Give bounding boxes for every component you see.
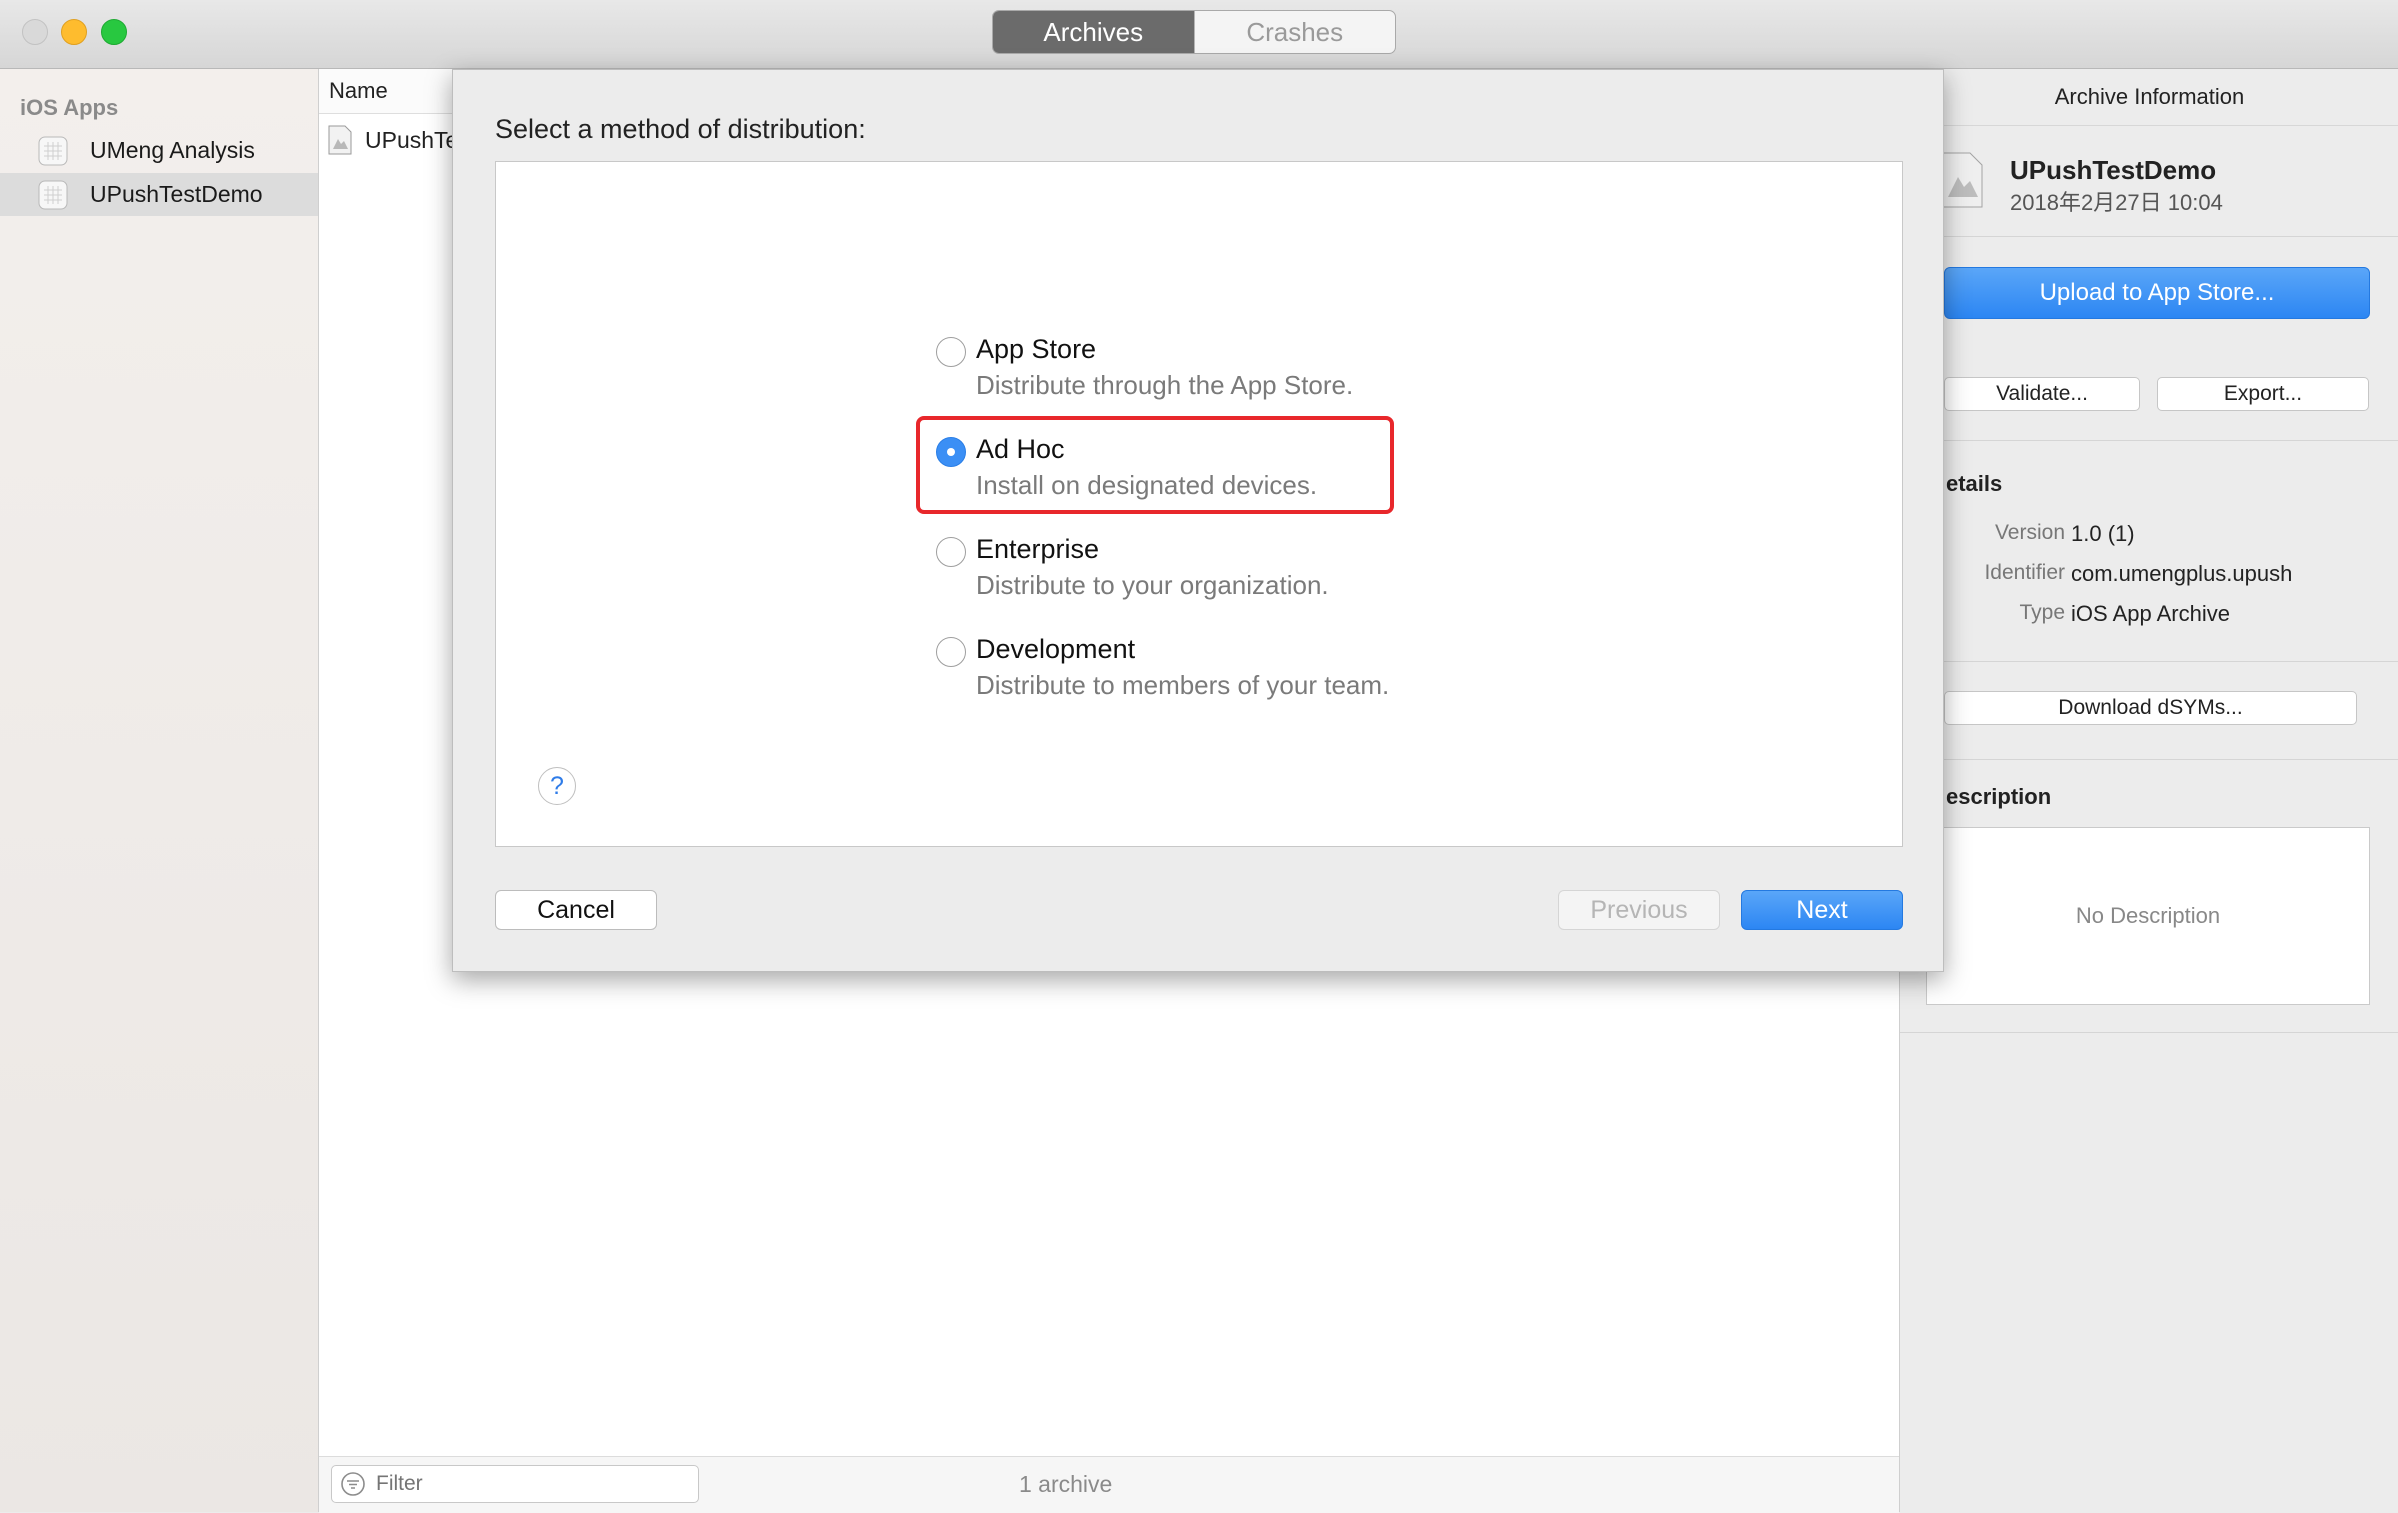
option-description: Distribute through the App Store.	[976, 370, 1354, 400]
option-title: Enterprise	[976, 534, 1100, 564]
selection-highlight-box	[916, 416, 1394, 514]
tab-archives[interactable]: Archives	[993, 11, 1194, 53]
minimize-window-button[interactable]	[61, 19, 87, 45]
divider	[1900, 661, 2398, 662]
distribution-method-sheet: Select a method of distribution: App Sto…	[452, 69, 1944, 972]
cancel-button[interactable]: Cancel	[495, 890, 657, 930]
details-section-title: etails	[1946, 471, 2003, 496]
sidebar-item-umeng-analysis[interactable]: UMeng Analysis	[0, 129, 318, 172]
column-name-label: Name	[329, 78, 388, 103]
app-name: UPushTestDemo	[2010, 155, 2217, 185]
sidebar: iOS Apps UMeng Analysis UPushTestDemo	[0, 69, 319, 1512]
option-description: Distribute to your organization.	[976, 570, 1329, 600]
filter-icon	[341, 1472, 365, 1496]
sidebar-item-label: UMeng Analysis	[90, 137, 255, 163]
filter-input[interactable]	[374, 1471, 678, 1497]
archive-count: 1 archive	[1019, 1471, 1113, 1497]
divider	[1900, 440, 2398, 441]
detail-key-version: Version	[1994, 521, 2065, 544]
tab-crashes[interactable]: Crashes	[1193, 11, 1396, 53]
inspector-title: Archive Information	[1900, 69, 2398, 126]
previous-button[interactable]: Previous	[1558, 890, 1720, 930]
distribution-options-panel: App Store Distribute through the App Sto…	[495, 161, 1903, 847]
export-button[interactable]: Export...	[2157, 377, 2369, 411]
archive-inspector: Archive Information UPushTestDemo 2018年2…	[1899, 69, 2398, 1512]
list-footer: 1 archive	[319, 1456, 1899, 1513]
close-window-button[interactable]	[22, 19, 48, 45]
radio-development[interactable]	[936, 637, 966, 667]
archive-date: 2018年2月27日 10:04	[2010, 190, 2223, 215]
detail-key-identifier: Identifier	[1984, 561, 2065, 584]
option-title: App Store	[976, 334, 1097, 364]
radio-app-store[interactable]	[936, 337, 966, 367]
zoom-window-button[interactable]	[101, 19, 127, 45]
detail-value-identifier: com.umengplus.upush	[2071, 561, 2293, 586]
divider	[1900, 1032, 2398, 1033]
description-box[interactable]: No Description	[1926, 827, 2370, 1005]
sheet-title: Select a method of distribution:	[495, 114, 866, 144]
download-dsyms-button[interactable]: Download dSYMs...	[1944, 691, 2357, 725]
help-button[interactable]: ?	[538, 767, 576, 805]
detail-value-type: iOS App Archive	[2071, 601, 2230, 626]
divider	[1900, 759, 2398, 760]
upload-to-app-store-button[interactable]: Upload to App Store...	[1944, 267, 2370, 319]
sidebar-item-label: UPushTestDemo	[90, 181, 263, 207]
option-title: Development	[976, 634, 1136, 664]
app-grid-icon	[38, 180, 68, 209]
archive-icon	[1941, 152, 1983, 208]
archives-crashes-segmented-control: Archives Crashes	[992, 10, 1396, 54]
option-description: Distribute to members of your team.	[976, 670, 1390, 700]
next-button[interactable]: Next	[1741, 890, 1903, 930]
divider	[1900, 236, 2398, 237]
detail-value-version: 1.0 (1)	[2071, 521, 2135, 546]
description-text: No Description	[2075, 903, 2221, 928]
radio-enterprise[interactable]	[936, 537, 966, 567]
sidebar-section-title: iOS Apps	[20, 95, 119, 120]
title-bar: Archives Crashes	[0, 0, 2398, 69]
validate-button[interactable]: Validate...	[1944, 377, 2140, 411]
app-grid-icon	[38, 136, 68, 165]
description-section-title: escription	[1946, 784, 2052, 809]
detail-key-type: Type	[2019, 601, 2065, 624]
archive-file-icon	[328, 125, 352, 155]
filter-field[interactable]	[331, 1465, 699, 1503]
sidebar-item-upushtestdemo[interactable]: UPushTestDemo	[0, 173, 318, 216]
